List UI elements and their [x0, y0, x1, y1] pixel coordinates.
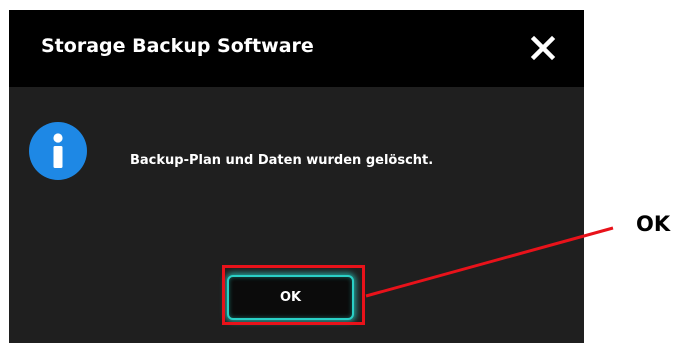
dialog-title: Storage Backup Software — [41, 35, 314, 57]
dialog-titlebar: Storage Backup Software — [9, 10, 584, 87]
info-icon — [29, 122, 87, 180]
ok-button[interactable]: OK — [227, 275, 354, 320]
callout-label: OK — [636, 212, 671, 236]
backup-dialog: Storage Backup Software Backup-Plan und … — [9, 10, 584, 343]
close-icon[interactable] — [526, 31, 560, 65]
dialog-message: Backup-Plan und Daten wurden gelöscht. — [130, 153, 434, 168]
